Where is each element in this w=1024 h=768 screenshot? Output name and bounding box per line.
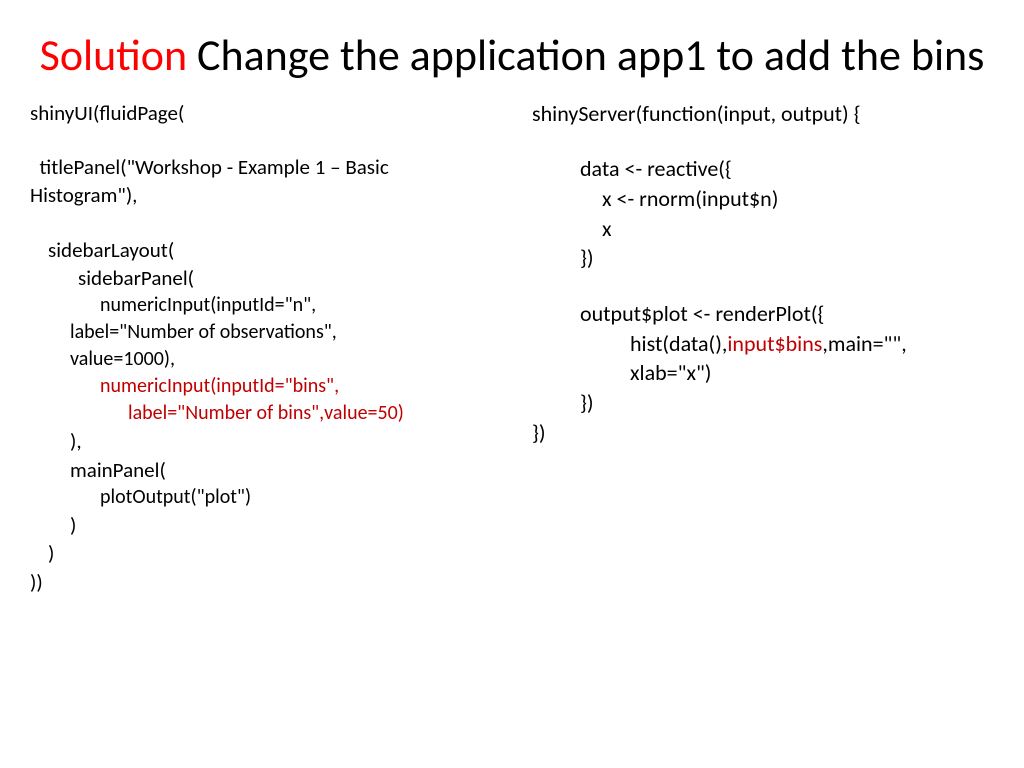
server-code-column: shinyServer(function(input, output) { da… xyxy=(512,99,994,596)
code-fragment: hist(data(), xyxy=(630,330,727,357)
code-line: label="Number of observations", xyxy=(30,319,492,346)
code-line: value=1000), xyxy=(30,346,492,373)
title-rest: Change the application app1 to add the b… xyxy=(187,28,984,82)
code-line: }) xyxy=(532,388,994,418)
code-fragment-highlight: input$bins xyxy=(727,330,822,357)
code-line: x xyxy=(532,214,994,244)
code-line: ) xyxy=(30,511,492,539)
code-line: data <- reactive({ xyxy=(532,154,994,184)
code-line: )) xyxy=(30,569,43,595)
code-line: sidebarLayout( xyxy=(30,236,492,264)
code-line: shinyServer(function(input, output) { xyxy=(532,100,861,127)
content-columns: shinyUI(fluidPage( titlePanel("Workshop … xyxy=(0,81,1024,596)
code-line: ), xyxy=(30,427,492,455)
code-line: mainPanel( xyxy=(30,456,492,484)
code-fragment: ,main="", xyxy=(822,330,906,357)
code-line: xlab="x") xyxy=(532,358,994,388)
code-line: sidebarPanel( xyxy=(30,264,492,292)
title-highlight: Solution xyxy=(40,28,187,82)
code-line: hist(data(),input$bins,main="", xyxy=(532,329,994,359)
code-line: numericInput(inputId="n", xyxy=(30,292,492,319)
ui-code-column: shinyUI(fluidPage( titlePanel("Workshop … xyxy=(30,99,512,596)
code-line: ) xyxy=(30,539,492,567)
code-line: Histogram"), xyxy=(30,182,137,208)
code-line: x <- rnorm(input$n) xyxy=(532,184,994,214)
code-line: }) xyxy=(532,243,994,273)
code-line-highlight: numericInput(inputId="bins", xyxy=(30,373,492,400)
code-line: output$plot <- renderPlot({ xyxy=(532,299,994,329)
slide-title: Solution Change the application app1 to … xyxy=(0,0,1024,81)
code-line: titlePanel("Workshop - Example 1 – Basic xyxy=(30,154,389,180)
slide: Solution Change the application app1 to … xyxy=(0,0,1024,768)
code-line: }) xyxy=(532,419,546,446)
code-line-highlight: label="Number of bins",value=50) xyxy=(30,400,492,427)
code-line: plotOutput("plot") xyxy=(30,484,492,511)
code-line: shinyUI(fluidPage( xyxy=(30,100,184,126)
